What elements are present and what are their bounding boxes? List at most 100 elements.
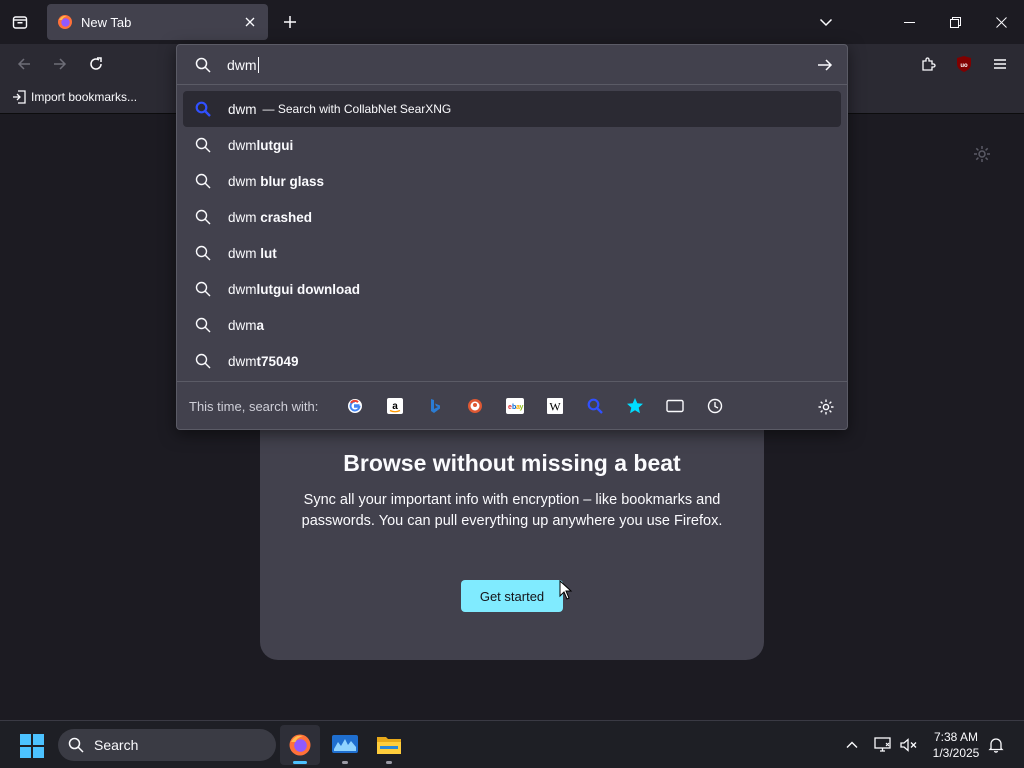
mouse-pointer-icon	[559, 580, 573, 600]
duckduckgo-icon[interactable]	[465, 396, 485, 416]
suggestion-row[interactable]: dwm crashed	[183, 199, 841, 235]
reload-icon	[90, 57, 102, 70]
tab-close-icon[interactable]	[242, 14, 258, 30]
taskbar-search-placeholder: Search	[94, 737, 139, 753]
speaker-muted-icon	[900, 738, 917, 752]
suggestion-completion-text: blur glass	[260, 173, 325, 189]
extensions-button[interactable]	[916, 52, 940, 76]
suggestion-completion-text: lutgui	[256, 137, 294, 153]
newtab-settings-icon[interactable]	[972, 144, 992, 164]
suggestion-row[interactable]: dwm t75049	[183, 343, 841, 379]
suggestion-row[interactable]: dwm lutgui	[183, 127, 841, 163]
clock-time: 7:38 AM	[933, 730, 979, 744]
bookmarks-star-icon[interactable]	[625, 396, 645, 416]
app-menu-button[interactable]	[988, 52, 1012, 76]
search-settings-icon[interactable]	[817, 398, 835, 416]
reload-button[interactable]	[84, 52, 108, 76]
urlbar-input-row[interactable]: dwm	[177, 45, 847, 85]
minimize-icon	[903, 21, 915, 23]
chart-app-icon	[332, 735, 358, 753]
suggestion-typed-text: dwm	[228, 173, 261, 189]
history-icon[interactable]	[705, 396, 725, 416]
search-icon	[195, 137, 211, 153]
taskbar-file-explorer[interactable]	[369, 725, 409, 765]
svg-text:y: y	[520, 404, 524, 411]
search-icon	[195, 173, 211, 189]
wikipedia-icon[interactable]: W	[545, 396, 565, 416]
amazon-icon[interactable]: a	[385, 396, 405, 416]
tabs-icon[interactable]	[665, 396, 685, 416]
close-window-button[interactable]	[978, 0, 1024, 44]
list-all-tabs-button[interactable]	[814, 10, 838, 34]
urlbar-popup: dwm dwm — Search with CollabNet SearXNG …	[176, 44, 848, 430]
suggestion-typed-text: dwm	[228, 317, 257, 333]
suggestion-row[interactable]: dwm lutgui download	[183, 271, 841, 307]
active-app-indicator	[293, 761, 307, 764]
forward-arrow-icon	[54, 58, 67, 70]
bing-icon[interactable]	[425, 396, 445, 416]
urlbar-input[interactable]: dwm	[227, 57, 259, 73]
search-icon	[195, 245, 211, 261]
import-bookmarks-label: Import bookmarks...	[31, 90, 138, 104]
svg-text:a: a	[392, 401, 398, 412]
suggestion-typed-text: dwm	[228, 101, 257, 117]
search-icon	[195, 57, 211, 73]
go-arrow-icon[interactable]	[817, 57, 833, 73]
windows-taskbar: Search 7:38 AM 1/3/2025	[0, 720, 1024, 768]
new-tab-button[interactable]	[278, 10, 302, 34]
search-icon	[68, 737, 84, 753]
tab-new-tab[interactable]: New Tab	[47, 4, 268, 40]
promo-description: Sync all your important info with encryp…	[301, 492, 723, 529]
get-started-button[interactable]: Get started	[461, 580, 563, 612]
close-icon	[995, 16, 1007, 28]
suggestion-typed-text: dwm	[228, 245, 261, 261]
suggestion-row[interactable]: dwm lut	[183, 235, 841, 271]
firefox-logo-icon	[289, 734, 311, 756]
tab-title: New Tab	[81, 14, 132, 30]
ebay-icon[interactable]: ebay	[505, 396, 525, 416]
folder-icon	[377, 737, 401, 754]
minimize-button[interactable]	[886, 0, 932, 44]
searxng-icon[interactable]	[585, 396, 605, 416]
chevron-down-icon	[819, 18, 833, 27]
taskbar-firefox[interactable]	[280, 725, 320, 765]
google-icon[interactable]	[345, 396, 365, 416]
one-off-label: This time, search with:	[189, 399, 319, 414]
network-status-button[interactable]	[873, 735, 893, 755]
forward-button[interactable]	[48, 52, 72, 76]
volume-button[interactable]	[899, 735, 919, 755]
taskbar-search-box[interactable]: Search	[58, 729, 276, 761]
firefox-logo-icon	[58, 15, 72, 29]
promo-title: Browse without missing a beat	[343, 450, 681, 476]
windows-start-icon[interactable]	[20, 734, 44, 758]
firefox-view-button[interactable]	[8, 10, 32, 34]
taskbar-clock[interactable]: 7:38 AM 1/3/2025	[926, 729, 986, 761]
back-button[interactable]	[12, 52, 36, 76]
show-hidden-icons-button[interactable]	[842, 735, 862, 755]
restore-icon	[949, 16, 961, 28]
suggestion-completion-text: t75049	[256, 353, 299, 369]
running-app-indicator	[386, 761, 392, 764]
suggestion-row[interactable]: dwm blur glass	[183, 163, 841, 199]
bell-icon	[988, 738, 1004, 753]
import-bookmarks-button[interactable]: Import bookmarks...	[12, 90, 137, 104]
ublock-origin-button[interactable]: uo	[952, 52, 976, 76]
back-arrow-icon	[17, 58, 30, 70]
svg-text:W: W	[549, 400, 561, 414]
notifications-button[interactable]	[986, 735, 1006, 755]
import-icon	[13, 90, 26, 104]
chevron-up-icon	[846, 741, 858, 748]
restore-button[interactable]	[932, 0, 978, 44]
taskbar-app-monitor[interactable]	[325, 725, 365, 765]
puzzle-icon	[922, 57, 936, 71]
hamburger-menu-icon	[994, 59, 1006, 69]
ublock-icon: uo	[957, 56, 971, 72]
firefox-view-icon	[12, 16, 28, 29]
suggestion-completion-text: lut	[260, 245, 277, 261]
searxng-search-icon	[195, 101, 211, 117]
suggestion-row[interactable]: dwm — Search with CollabNet SearXNG	[183, 91, 841, 127]
network-monitor-icon	[874, 737, 891, 752]
suggestion-action-text: — Search with CollabNet SearXNG	[262, 102, 452, 116]
running-app-indicator	[342, 761, 348, 764]
suggestion-row[interactable]: dwm a	[183, 307, 841, 343]
